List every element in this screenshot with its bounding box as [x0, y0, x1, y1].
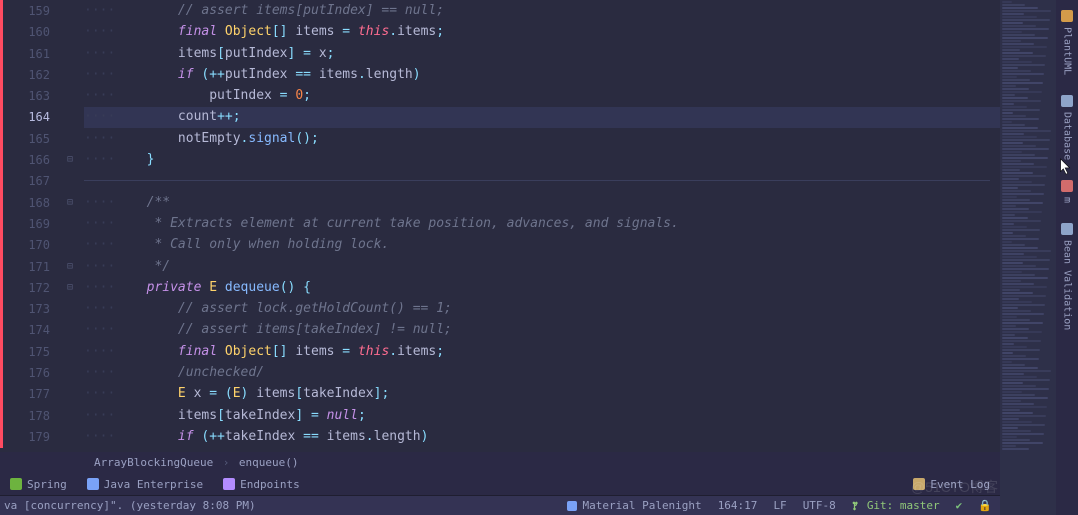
- endpoints-icon: [223, 478, 235, 490]
- status-lock-icon[interactable]: 🔒: [970, 499, 1000, 512]
- fold-close-icon[interactable]: ⊟: [64, 149, 76, 170]
- code-line[interactable]: ···· }: [84, 149, 1000, 170]
- right-tab-label: m: [1062, 197, 1073, 203]
- git-branch-icon: [852, 501, 862, 511]
- line-number[interactable]: 174: [3, 320, 60, 341]
- bean-validation-icon: [1061, 223, 1073, 235]
- line-number[interactable]: 163: [3, 86, 60, 107]
- line-number[interactable]: 178: [3, 406, 60, 427]
- line-number[interactable]: 179: [3, 427, 60, 448]
- status-indicator[interactable]: ✔: [948, 499, 971, 512]
- code-line[interactable]: ···· final Object[] items = this.items;: [84, 341, 1000, 362]
- status-line-separator[interactable]: LF: [765, 499, 794, 512]
- breadcrumb-item[interactable]: enqueue(): [235, 456, 303, 469]
- line-number[interactable]: 167: [3, 171, 60, 192]
- line-number-gutter[interactable]: 1591601611621631641651661671681691701711…: [0, 0, 60, 448]
- line-number[interactable]: 175: [3, 342, 60, 363]
- code-editor[interactable]: ···· // assert items[putIndex] == null;·…: [84, 0, 1000, 448]
- fold-strip[interactable]: ⊟⊟⊟⊟: [60, 0, 84, 448]
- line-number[interactable]: 173: [3, 299, 60, 320]
- code-line[interactable]: ···· // assert lock.getHoldCount() == 1;: [84, 298, 1000, 319]
- tool-window-java-enterprise[interactable]: Java Enterprise: [77, 473, 213, 495]
- tool-window-endpoints[interactable]: Endpoints: [213, 473, 310, 495]
- code-line[interactable]: ···· notEmpty.signal();: [84, 128, 1000, 149]
- code-line[interactable]: ···· E x = (E) items[takeIndex];: [84, 383, 1000, 404]
- code-line[interactable]: ···· if (++putIndex == items.length): [84, 64, 1000, 85]
- code-line[interactable]: ···· */: [84, 256, 1000, 277]
- right-tab-label: Bean Validation: [1062, 240, 1073, 330]
- line-number[interactable]: 159: [3, 1, 60, 22]
- code-line[interactable]: ···· // assert items[putIndex] == null;: [84, 0, 1000, 21]
- code-line[interactable]: ···· /unchecked/: [84, 362, 1000, 383]
- code-line[interactable]: ···· items[takeIndex] = null;: [84, 405, 1000, 426]
- code-line[interactable]: ···· * Extracts element at current take …: [84, 213, 1000, 234]
- minimap[interactable]: [1000, 0, 1056, 515]
- right-tab-m[interactable]: m: [1061, 170, 1073, 213]
- line-number[interactable]: 172: [3, 278, 60, 299]
- status-encoding[interactable]: UTF-8: [795, 499, 844, 512]
- right-tool-tabs: PlantUML Database m Bean Validation: [1056, 0, 1078, 515]
- right-panel: PlantUML Database m Bean Validation: [1000, 0, 1078, 515]
- line-number[interactable]: 168: [3, 193, 60, 214]
- theme-swatch-icon: [567, 501, 577, 511]
- line-number[interactable]: 169: [3, 214, 60, 235]
- line-number[interactable]: 162: [3, 65, 60, 86]
- fold-open-icon[interactable]: ⊟: [64, 192, 76, 213]
- right-tab-bean-validation[interactable]: Bean Validation: [1061, 213, 1073, 340]
- status-branch-label: Git: master: [867, 499, 940, 512]
- line-number[interactable]: 170: [3, 235, 60, 256]
- fold-close-icon[interactable]: ⊟: [64, 256, 76, 277]
- editor-area: 1591601611621631641651661671681691701711…: [0, 0, 1000, 448]
- event-log-icon: [913, 478, 925, 490]
- line-number[interactable]: 166: [3, 150, 60, 171]
- code-line[interactable]: ···· count++;: [84, 106, 1000, 127]
- spring-icon: [10, 478, 22, 490]
- line-number[interactable]: 177: [3, 384, 60, 405]
- code-line[interactable]: ···· /**: [84, 192, 1000, 213]
- separator: [84, 180, 990, 181]
- right-tab-label: PlantUML: [1062, 27, 1073, 75]
- line-number[interactable]: 176: [3, 363, 60, 384]
- status-theme-label: Material Palenight: [582, 499, 701, 512]
- tool-window-spring[interactable]: Spring: [0, 473, 77, 495]
- line-number[interactable]: 164: [3, 107, 60, 128]
- line-number[interactable]: 165: [3, 129, 60, 150]
- plantuml-icon: [1061, 10, 1073, 22]
- right-tab-plantuml[interactable]: PlantUML: [1061, 0, 1073, 85]
- line-number[interactable]: 171: [3, 257, 60, 278]
- status-cursor-position[interactable]: 164:17: [710, 499, 766, 512]
- code-line[interactable]: ···· if (++takeIndex == items.length): [84, 426, 1000, 447]
- right-tab-label: Database: [1062, 112, 1073, 160]
- code-line[interactable]: ···· private E dequeue() {: [84, 277, 1000, 298]
- code-line[interactable]: ···· final Object[] items = this.items;: [84, 21, 1000, 42]
- breadcrumb[interactable]: ArrayBlockingQueue › enqueue(): [0, 452, 1000, 473]
- chevron-right-icon: ›: [221, 456, 232, 469]
- right-tab-database[interactable]: Database: [1061, 85, 1073, 170]
- status-git-branch[interactable]: Git: master: [844, 499, 948, 512]
- tool-window-label: Java Enterprise: [104, 478, 203, 491]
- tool-window-label: Endpoints: [240, 478, 300, 491]
- line-number[interactable]: 161: [3, 44, 60, 65]
- breadcrumb-item[interactable]: ArrayBlockingQueue: [90, 456, 217, 469]
- tool-window-label: Spring: [27, 478, 67, 491]
- tool-window-bar: Spring Java Enterprise Endpoints Event Log: [0, 473, 1000, 495]
- java-ee-icon: [87, 478, 99, 490]
- tool-window-label: Event Log: [930, 478, 990, 491]
- status-theme[interactable]: Material Palenight: [559, 499, 709, 512]
- tool-window-event-log[interactable]: Event Log: [903, 473, 1000, 495]
- code-line[interactable]: ···· // assert items[takeIndex] != null;: [84, 319, 1000, 340]
- status-message[interactable]: va [concurrency]". (yesterday 8:08 PM): [0, 499, 264, 512]
- fold-open-icon[interactable]: ⊟: [64, 277, 76, 298]
- code-line[interactable]: ···· * Call only when holding lock.: [84, 234, 1000, 255]
- status-bar: va [concurrency]". (yesterday 8:08 PM) M…: [0, 495, 1000, 515]
- line-number[interactable]: 160: [3, 22, 60, 43]
- maven-icon: [1061, 180, 1073, 192]
- code-line[interactable]: ···· items[putIndex] = x;: [84, 43, 1000, 64]
- database-icon: [1061, 95, 1073, 107]
- code-line[interactable]: [84, 170, 1000, 191]
- code-line[interactable]: ···· putIndex = 0;: [84, 85, 1000, 106]
